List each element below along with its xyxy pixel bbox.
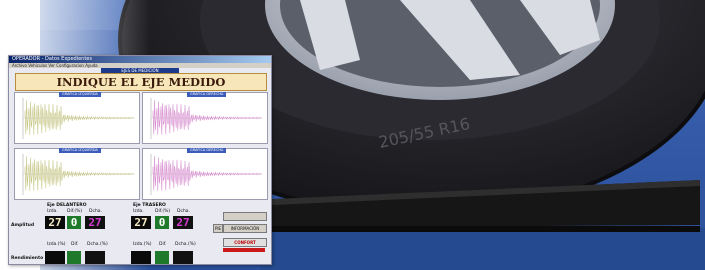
rear-left-amplitude: 27: [131, 216, 151, 229]
row-amplitude: Amplitud: [11, 223, 35, 228]
graph-panel-rear-left: GRÁFICA IZQUIERDA: [14, 148, 140, 200]
results-area: Eje DELANTERO Eje TRASERO Izda. Dif.(%) …: [9, 202, 271, 264]
front-diff-rendimiento: [67, 251, 81, 264]
info-panel: [223, 212, 267, 221]
waveform-front-left: [22, 98, 135, 139]
front-left-rendimiento: [45, 251, 65, 264]
rear-diff-amplitude: 0: [155, 216, 169, 229]
col-left: Izda.: [133, 209, 144, 214]
front-right-rendimiento: [85, 251, 105, 264]
front-diff-amplitude: 0: [67, 216, 81, 229]
graph-panel-front-left: GRÁFICA IZQUIERDA: [14, 92, 140, 144]
col-diff: Dif.(%): [155, 209, 171, 214]
rear-right-amplitude: 27: [173, 216, 193, 229]
col-left-pct: Izda.(%): [133, 242, 152, 247]
front-right-amplitude: 27: [85, 216, 105, 229]
col-right: Dcha.: [177, 209, 190, 214]
graph-panel-front-right: GRÁFICA DERECHA: [142, 92, 268, 144]
rear-right-rendimiento: [173, 251, 193, 264]
rear-diff-rendimiento: [155, 251, 169, 264]
col-right-pct: Dcha.(%): [87, 242, 108, 247]
waveform-front-right: [150, 98, 263, 139]
waveform-rear-left: [22, 154, 135, 195]
col-left: Izda.: [47, 209, 58, 214]
col-diff2: Dif.: [71, 242, 79, 247]
col-left-pct: Izda.(%): [47, 242, 66, 247]
rear-left-rendimiento: [131, 251, 151, 264]
informacion-button[interactable]: INFORMACIÓN: [223, 224, 267, 233]
photo-composite: 205/55 R16 OPERADOR - Datos Expedientes …: [0, 0, 705, 270]
page-title: INDIQUE EL EJE MEDIDO: [15, 73, 267, 91]
col-diff2: Dif.: [159, 242, 167, 247]
rear-axle-label: Eje TRASERO: [133, 203, 166, 208]
col-diff: Dif.(%): [67, 209, 83, 214]
confort-button[interactable]: CONFORT: [223, 238, 267, 247]
front-left-amplitude: 27: [45, 216, 65, 229]
row-rendimiento: Rendimiento: [11, 256, 44, 261]
graph-panel-rear-right: GRÁFICA DERECHA: [142, 148, 268, 200]
pie-button[interactable]: PIE: [213, 224, 223, 233]
confort-indicator: [223, 248, 265, 252]
waveform-rear-right: [150, 154, 263, 195]
front-axle-label: Eje DELANTERO: [47, 203, 87, 208]
window-titlebar[interactable]: OPERADOR - Datos Expedientes: [9, 56, 271, 63]
software-window: OPERADOR - Datos Expedientes Archivo Veh…: [8, 55, 272, 265]
col-right-pct: Dcha.(%): [175, 242, 196, 247]
col-right: Dcha.: [89, 209, 102, 214]
